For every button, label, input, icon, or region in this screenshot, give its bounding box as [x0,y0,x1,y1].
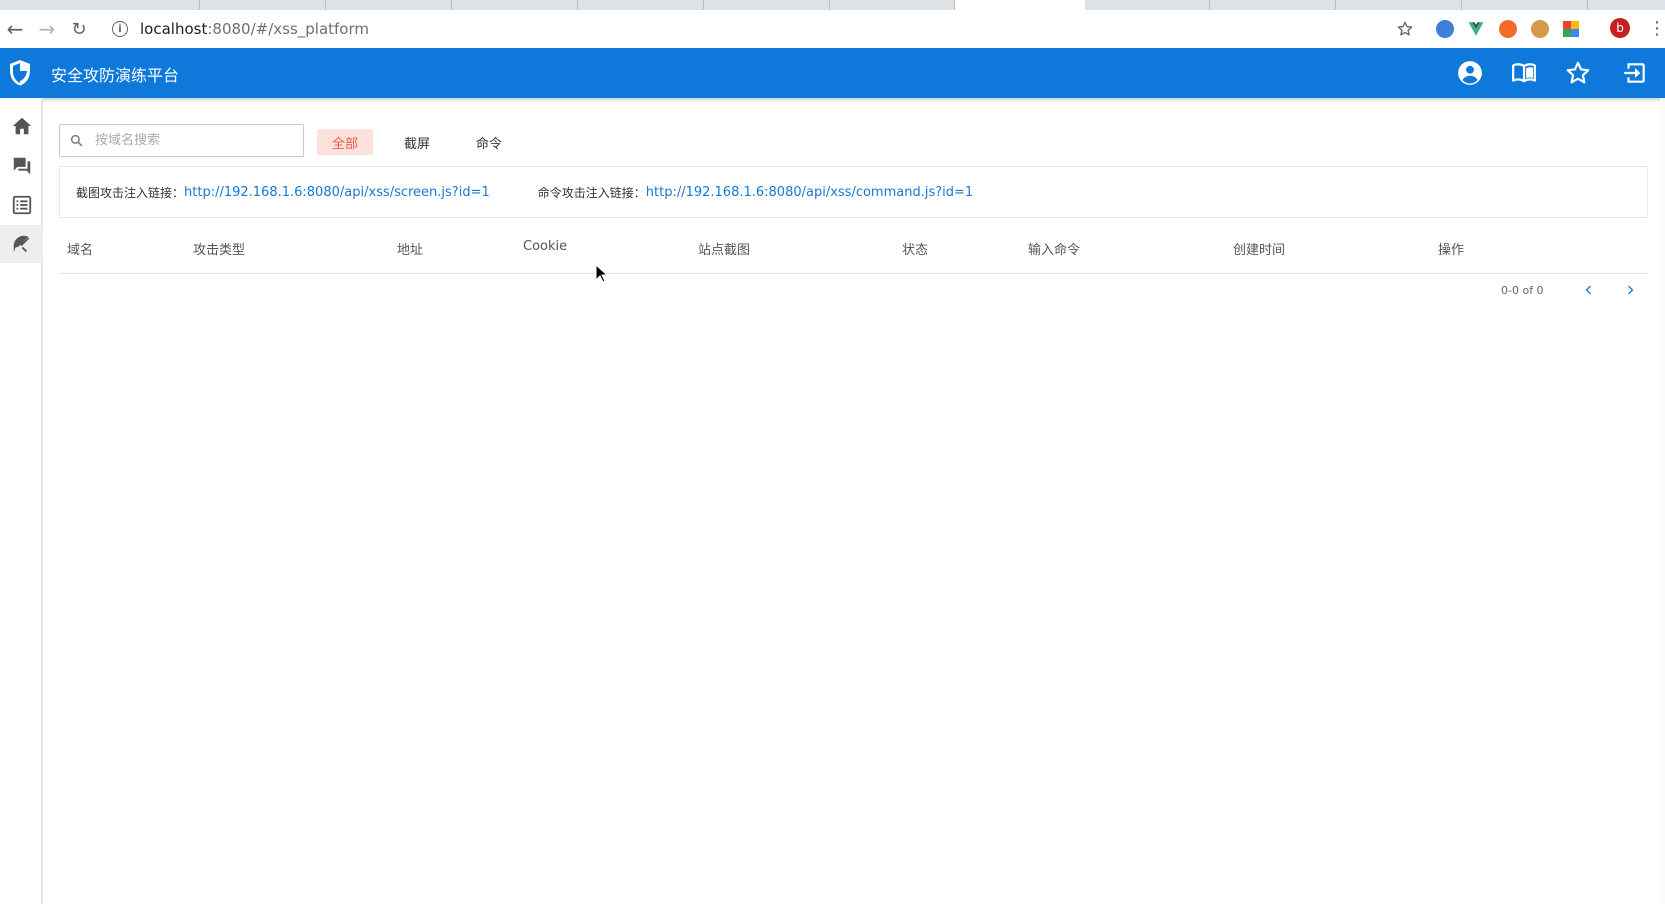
logout-icon[interactable] [1622,60,1648,86]
phishing-icon [13,235,29,253]
url-path: :8080/#/xss_platform [207,20,369,38]
mouse-cursor-icon [595,264,609,283]
prev-page-button[interactable] [1581,282,1597,298]
screen-injection-link[interactable]: http://192.168.1.6:8080/api/xss/screen.j… [184,185,490,200]
main-content: 全部 截屏 命令 截图攻击注入链接： http://192.168.1.6:80… [45,98,1665,904]
browser-tab-strip [0,0,1665,10]
reload-icon[interactable]: ↻ [66,16,92,42]
table-header: 域名 攻击类型 地址 Cookie 站点截图 状态 输入命令 创建时间 操作 [59,220,1648,274]
browser-tab[interactable] [1336,0,1462,10]
column-header-cookie[interactable]: Cookie [523,239,567,254]
column-header-screenshot[interactable]: 站点截图 [698,239,750,258]
sidebar-item-home[interactable] [0,107,43,145]
browser-tab[interactable] [326,0,452,10]
browser-tab[interactable] [1085,0,1210,10]
column-header-status[interactable]: 状态 [902,239,928,258]
column-header-address[interactable]: 地址 [397,239,423,258]
browser-tab[interactable] [1210,0,1336,10]
back-icon[interactable]: ← [2,16,28,42]
browser-tab[interactable] [704,0,830,10]
column-header-command[interactable]: 输入命令 [1028,239,1080,258]
book-icon[interactable] [1511,60,1537,86]
browser-tab[interactable] [452,0,578,10]
browser-tab-active[interactable] [955,0,1085,10]
browser-tab[interactable] [0,0,200,10]
shield-logo-icon [10,60,30,86]
injection-links-panel: 截图攻击注入链接： http://192.168.1.6:8080/api/xs… [59,166,1648,218]
sidebar-item-list[interactable] [0,186,43,224]
sidebar-item-phishing[interactable] [0,225,43,263]
column-header-actions[interactable]: 操作 [1438,239,1464,258]
star-icon[interactable] [1565,60,1591,86]
browser-toolbar: ← → ↻ i localhost:8080/#/xss_platform b … [0,10,1665,48]
column-header-created-time[interactable]: 创建时间 [1233,239,1285,258]
extension-orange-icon[interactable] [1499,20,1517,38]
next-page-button[interactable] [1622,282,1638,298]
extension-grid-icon[interactable] [1563,21,1579,37]
search-input[interactable] [93,132,293,149]
filter-all-button[interactable]: 全部 [317,129,374,155]
list-icon [12,195,31,215]
filter-screenshot-button[interactable]: 截屏 [389,129,445,155]
account-icon[interactable] [1457,60,1483,86]
chevron-left-icon [1585,285,1591,295]
pagination-range: 0-0 of 0 [1501,284,1544,297]
command-injection-link[interactable]: http://192.168.1.6:8080/api/xss/command.… [646,185,973,200]
app-title: 安全攻防演练平台 [51,66,180,85]
bookmark-star-icon[interactable] [1396,20,1414,38]
browser-tab[interactable] [578,0,704,10]
sidebar-item-forum[interactable] [0,147,43,185]
url-host: localhost [140,20,208,38]
address-bar[interactable]: i localhost:8080/#/xss_platform [112,19,369,39]
column-header-domain[interactable]: 域名 [67,239,93,258]
browser-menu-icon[interactable]: ⋮ [1648,20,1665,38]
screen-link-label: 截图攻击注入链接： [76,185,185,200]
search-box[interactable] [59,124,304,157]
extension-globe-icon[interactable] [1436,20,1454,38]
scrollbar-track[interactable] [1660,98,1665,904]
filter-command-button[interactable]: 命令 [461,129,517,155]
sidebar [0,98,43,904]
chevron-right-icon [1628,285,1634,295]
forum-icon [13,157,30,175]
site-info-icon[interactable]: i [112,21,128,37]
search-icon [70,134,83,147]
profile-avatar[interactable]: b [1610,18,1630,38]
forward-icon[interactable]: → [34,16,60,42]
browser-tab[interactable] [830,0,955,10]
command-link-label: 命令攻击注入链接： [537,185,646,200]
column-header-attack-type[interactable]: 攻击类型 [193,239,245,258]
browser-tab[interactable] [1462,0,1588,10]
extension-vue-icon[interactable] [1467,20,1485,38]
app-header: 安全攻防演练平台 [0,48,1665,98]
browser-tab[interactable] [200,0,326,10]
home-icon [12,117,31,135]
extension-cookie-icon[interactable] [1531,20,1549,38]
